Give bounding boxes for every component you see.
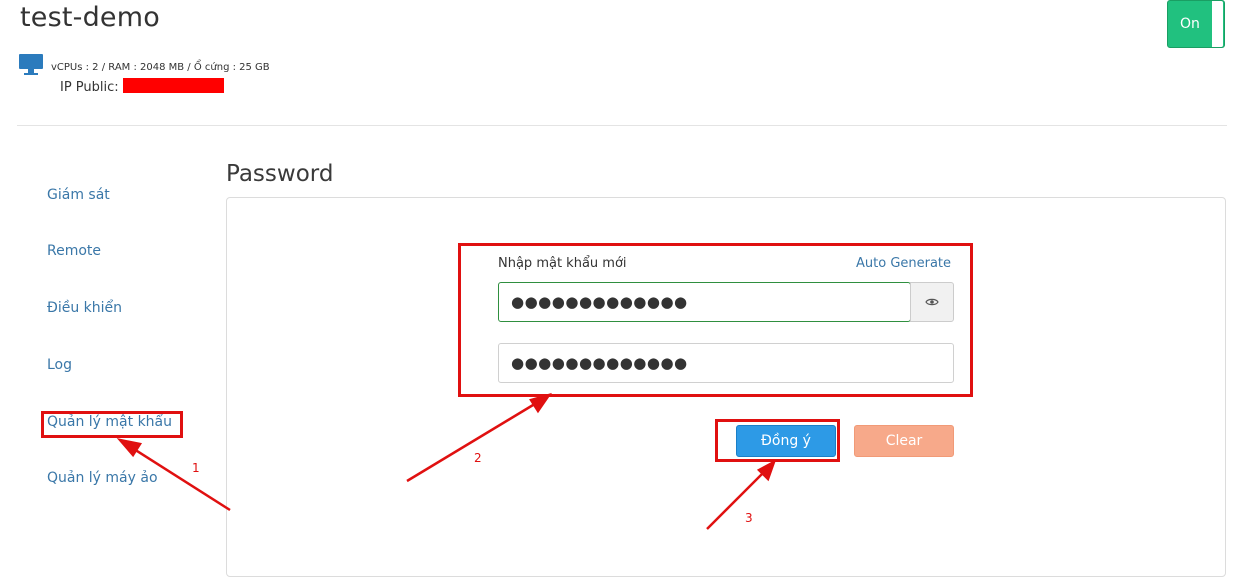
step-number-1: 1 xyxy=(192,461,200,475)
highlight-box-3 xyxy=(715,419,840,462)
power-toggle-label: On xyxy=(1180,16,1200,32)
clear-button[interactable]: Clear xyxy=(854,425,954,457)
step-number-2: 2 xyxy=(474,451,482,465)
highlight-box-2 xyxy=(458,243,973,397)
header-divider xyxy=(17,125,1227,126)
sidebar-item-giam-sat[interactable]: Giám sát xyxy=(47,187,110,203)
ip-label: IP Public: xyxy=(60,80,119,95)
page-title: test-demo xyxy=(20,2,160,33)
monitor-icon xyxy=(19,54,43,75)
power-toggle[interactable]: On xyxy=(1167,0,1225,48)
section-title: Password xyxy=(226,161,334,187)
sidebar-item-vm-management[interactable]: Quản lý máy ảo xyxy=(47,470,158,486)
vm-specs: vCPUs : 2 / RAM : 2048 MB / Ổ cứng : 25 … xyxy=(51,62,270,73)
sidebar-item-remote[interactable]: Remote xyxy=(47,243,101,259)
ip-public: IP Public: xyxy=(60,78,224,95)
ip-redacted xyxy=(122,78,224,93)
sidebar-item-dieu-khien[interactable]: Điều khiển xyxy=(47,300,122,316)
sidebar-item-log[interactable]: Log xyxy=(47,357,72,373)
highlight-box-1 xyxy=(41,411,183,438)
arrow-1-head xyxy=(116,438,143,458)
step-number-3: 3 xyxy=(745,511,753,525)
power-toggle-knob xyxy=(1212,1,1223,47)
